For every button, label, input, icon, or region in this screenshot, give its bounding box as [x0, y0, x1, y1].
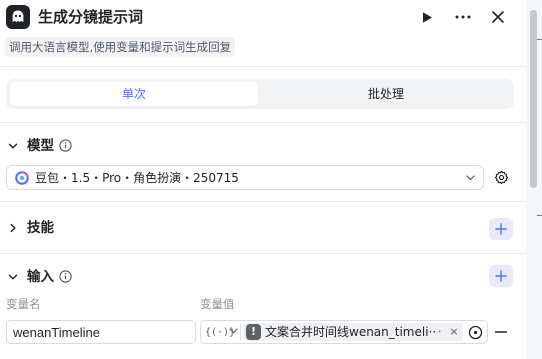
add-skill-button[interactable]	[489, 218, 513, 240]
node-description: 调用大语言模型,使用变量和提示词生成回复	[5, 37, 236, 57]
chevron-down-icon	[465, 173, 475, 183]
run-button[interactable]	[416, 6, 438, 28]
doubao-model-icon	[15, 171, 29, 185]
chevron-right-icon	[10, 223, 16, 233]
canvas-connector	[537, 215, 542, 216]
chevron-down-icon	[8, 274, 18, 280]
input-collapse-toggle[interactable]	[6, 270, 20, 284]
variable-value-header: 变量值	[200, 297, 235, 311]
tabs-divider	[0, 122, 526, 123]
target-icon	[468, 325, 482, 339]
chevron-down-icon	[8, 143, 18, 149]
play-icon	[423, 11, 432, 23]
node-title: 生成分镜提示词	[38, 8, 144, 26]
node-logo-icon	[6, 5, 30, 29]
canvas-connector	[537, 39, 542, 40]
info-icon[interactable]	[59, 270, 72, 283]
variable-name-header: 变量名	[6, 297, 41, 311]
model-divider	[0, 201, 526, 202]
panel-scrollbar[interactable]	[530, 10, 537, 188]
minus-icon	[495, 331, 507, 333]
reference-dot: ·	[438, 325, 442, 338]
input-section-title: 输入	[27, 269, 54, 285]
skills-divider	[0, 253, 526, 254]
more-button[interactable]	[452, 6, 474, 28]
variable-reference-tag[interactable]: ! 文案合并时间线wenan_timeli··· · ×	[243, 323, 463, 341]
variable-type-select[interactable]: {(·)}	[202, 322, 240, 342]
more-horizontal-icon	[455, 15, 471, 19]
warning-icon: !	[246, 324, 261, 340]
tab-single[interactable]: 单次	[10, 82, 258, 106]
select-reference-button[interactable]	[467, 324, 483, 340]
type-separator	[240, 324, 241, 340]
variable-name-input[interactable]	[6, 320, 196, 344]
model-select[interactable]: 豆包・1.5・Pro・角色扮演・250715	[6, 165, 484, 190]
variable-reference-label: 文案合并时间线wenan_timeli···	[265, 325, 437, 339]
model-section-title: 模型	[27, 138, 54, 154]
close-icon	[492, 11, 504, 23]
chevron-down-icon	[229, 328, 238, 334]
info-icon[interactable]	[59, 139, 72, 152]
remove-variable-button[interactable]	[493, 323, 509, 341]
add-input-button[interactable]	[489, 265, 513, 287]
plus-icon	[495, 223, 507, 235]
plus-icon	[495, 270, 507, 282]
skills-collapse-toggle[interactable]	[6, 221, 20, 235]
mode-tabs: 单次 批处理	[6, 79, 514, 109]
header-divider	[0, 66, 526, 67]
close-button[interactable]	[487, 6, 509, 28]
tab-batch[interactable]: 批处理	[262, 82, 510, 106]
selected-model-label: 豆包・1.5・Pro・角色扮演・250715	[35, 171, 239, 185]
skills-section-title: 技能	[27, 220, 54, 236]
model-settings-button[interactable]	[491, 167, 511, 187]
gear-icon	[494, 170, 508, 184]
llm-node-panel: 生成分镜提示词 调用大语言模型,使用变量和提示词生成回复 单次 批处理 模型 豆…	[0, 0, 526, 359]
variable-value-field: {(·)} ! 文案合并时间线wenan_timeli··· · ×	[200, 320, 488, 344]
model-collapse-toggle[interactable]	[6, 139, 20, 153]
remove-reference-button[interactable]: ×	[448, 323, 460, 341]
